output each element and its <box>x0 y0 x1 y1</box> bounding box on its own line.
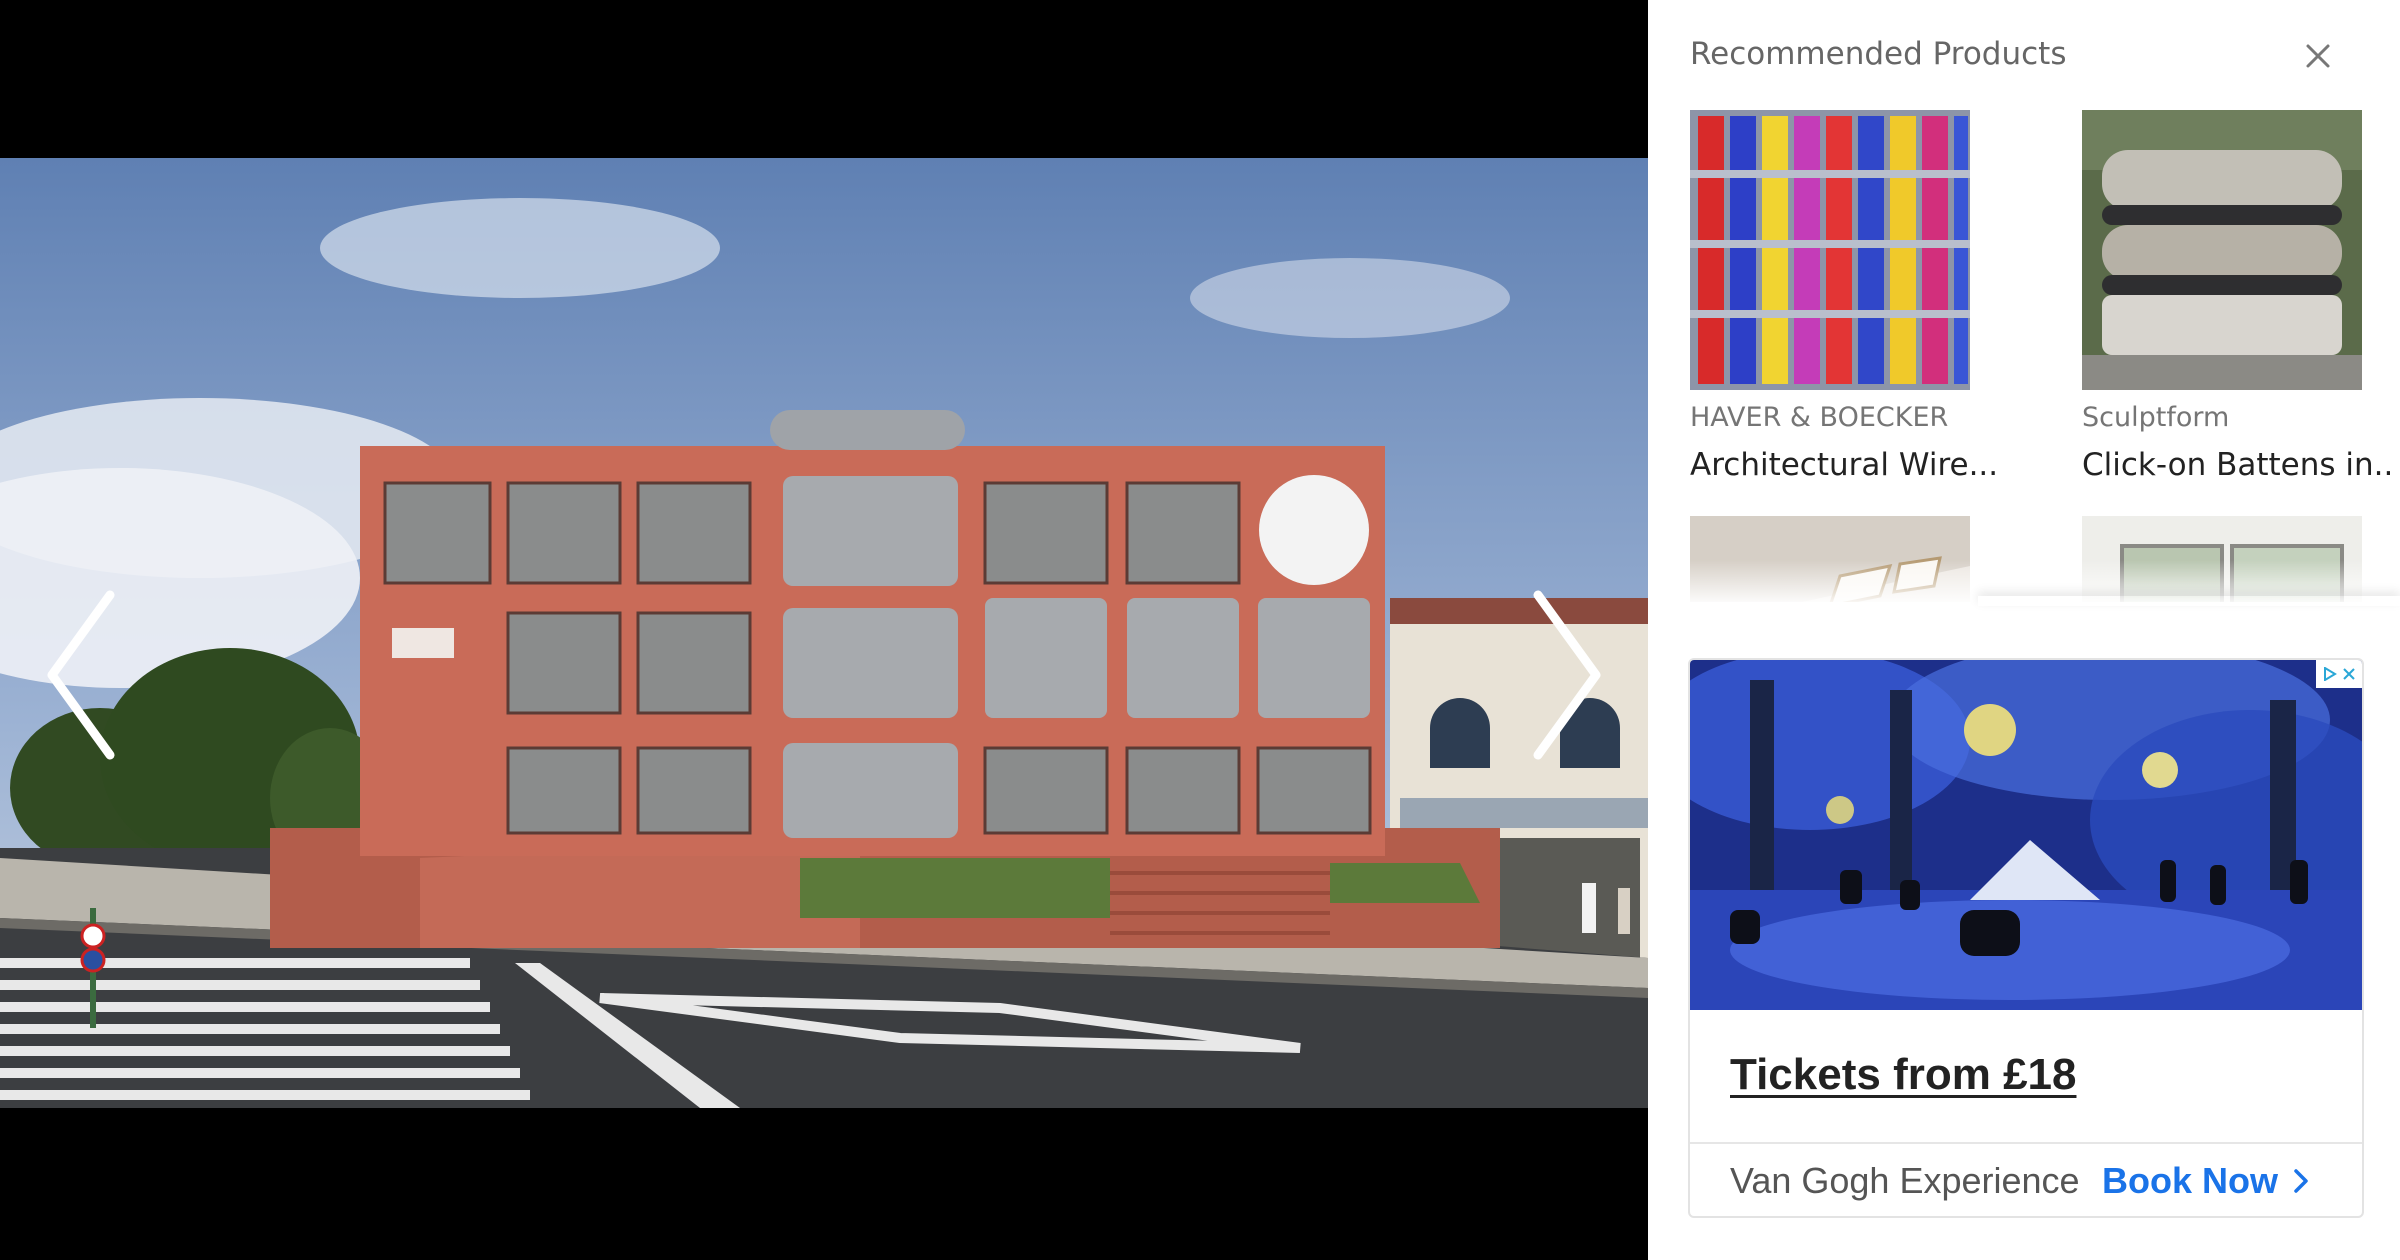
product-card-sculptform[interactable]: Sculptform Click-on Battens in... <box>2082 110 2390 483</box>
divider <box>1690 1142 2362 1144</box>
chevron-left-icon <box>47 590 115 760</box>
product-thumbnail <box>1690 110 1970 390</box>
ad-image[interactable] <box>1690 660 2362 1010</box>
close-button[interactable] <box>2298 36 2338 76</box>
panel-title: Recommended Products <box>1690 36 2067 72</box>
adchoices-badge[interactable] <box>2316 660 2362 688</box>
advertisement-card: Tickets from £18 Van Gogh Experience Boo… <box>1688 658 2364 1218</box>
next-image-button[interactable] <box>1518 590 1608 760</box>
ad-advertiser-name: Van Gogh Experience <box>1730 1160 2080 1201</box>
photo-gallery <box>0 0 1648 1260</box>
product-brand: HAVER & BOECKER <box>1690 402 1949 433</box>
product-grid: HAVER & BOECKER Architectural Wire... Sc… <box>1690 110 2390 602</box>
cta-label: Book Now <box>2102 1160 2278 1201</box>
scroll-shadow <box>1978 596 2400 606</box>
ad-headline-link[interactable]: Tickets from £18 <box>1730 1050 2076 1100</box>
product-thumbnail <box>2082 110 2362 390</box>
chevron-right-icon <box>2294 1169 2308 1193</box>
close-icon <box>2306 44 2330 68</box>
recommended-products-panel: Recommended Products HAVER & BOECKER Arc… <box>1648 0 2400 1260</box>
previous-image-button[interactable] <box>40 590 130 760</box>
play-icon <box>2323 667 2337 681</box>
product-name: Click-on Battens in... <box>2082 447 2390 483</box>
product-name: Architectural Wire... <box>1690 447 1999 483</box>
product-card-haver-boecker[interactable]: HAVER & BOECKER Architectural Wire... <box>1690 110 1999 483</box>
close-icon[interactable] <box>2342 667 2356 681</box>
building-photo <box>0 158 1648 1108</box>
gallery-photo <box>0 158 1648 1108</box>
book-now-button[interactable]: Book Now <box>2102 1160 2310 1202</box>
chevron-right-icon <box>1533 590 1601 760</box>
product-brand: Sculptform <box>2082 402 2230 433</box>
